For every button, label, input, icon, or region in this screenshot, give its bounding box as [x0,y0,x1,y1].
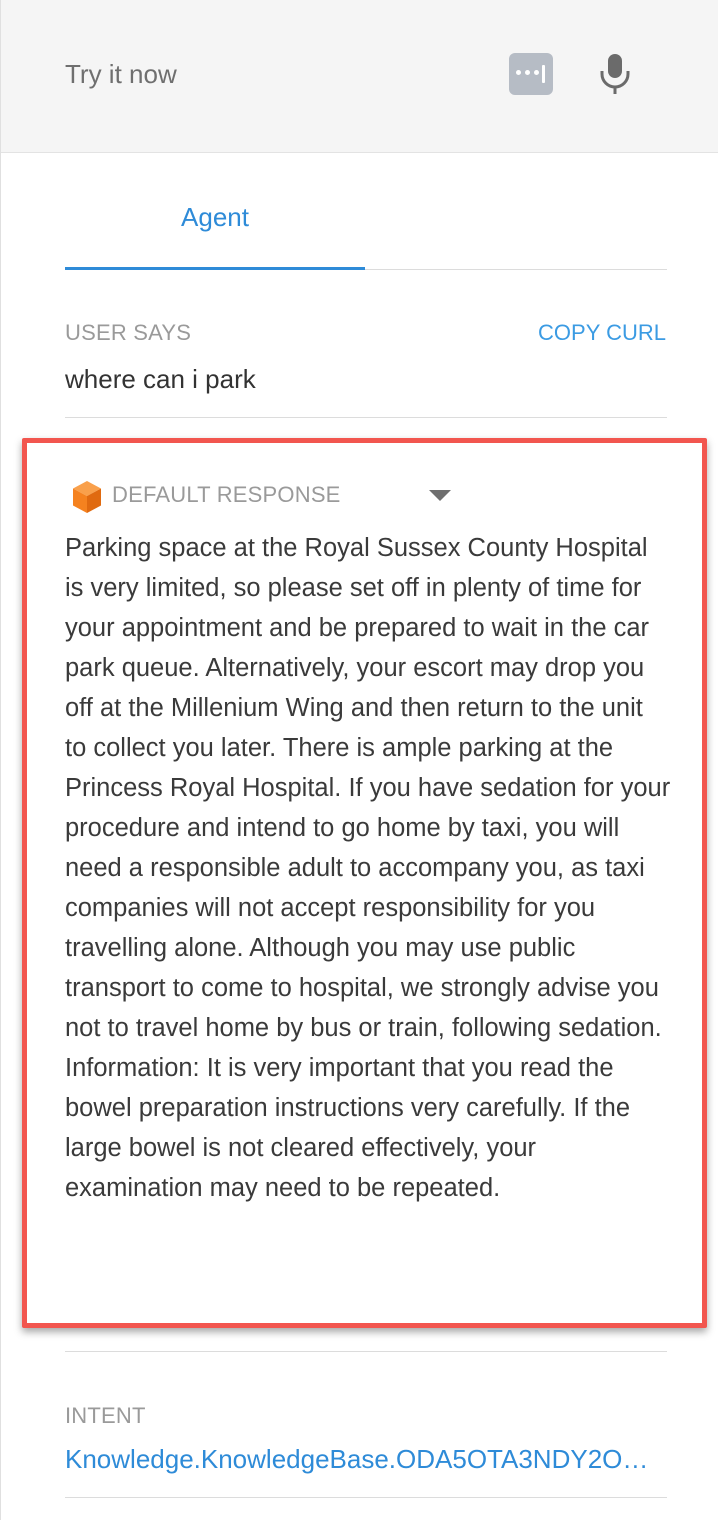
copy-curl-button[interactable]: COPY CURL [538,320,666,346]
default-response-label: DEFAULT RESPONSE [112,482,341,507]
microphone-icon[interactable] [597,52,633,96]
intent-label: INTENT [65,1403,146,1428]
user-says-label: USER SAYS [65,320,192,345]
response-text: Parking space at the Royal Sussex County… [65,534,671,1202]
intent-link[interactable]: Knowledge.KnowledgeBase.ODA5OTA3NDY2OTYz… [65,1444,657,1475]
test-console-header: Try it now [1,0,718,153]
try-it-now-input[interactable]: Try it now [65,56,177,92]
try-it-now-panel: Try it now Agent USER SAYS COPY CURL whe… [0,0,718,1520]
orange-cube-icon [71,480,103,514]
divider [65,1497,667,1498]
keyboard-dots-icon[interactable] [509,53,553,95]
divider [65,1351,667,1352]
tab-agent[interactable]: Agent [65,192,365,270]
user-query-text: where can i park [65,364,256,394]
tab-active-indicator [65,267,365,270]
chevron-down-icon[interactable] [429,490,451,501]
divider [65,417,667,418]
